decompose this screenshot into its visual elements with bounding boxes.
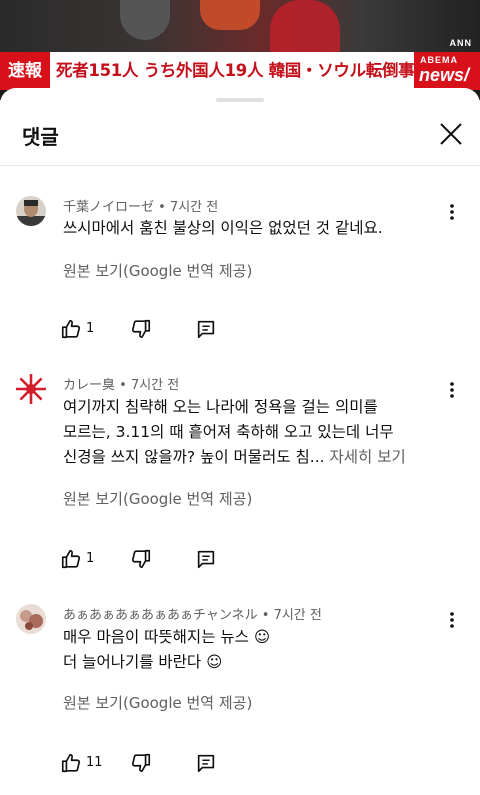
comment-text: 매우 마음이 따뜻해지는 뉴스 ☺ 더 늘어나기를 바란다 ☺	[63, 625, 433, 675]
comment-time: 7시간 전	[169, 200, 219, 215]
comment-meta: カレー臭 • 7시간 전	[63, 378, 180, 393]
comment-author[interactable]: あぁあぁあぁあぁあぁチャンネル	[63, 608, 258, 623]
more-options-button[interactable]	[440, 608, 464, 632]
news-headline: 死者151人 うち外国人19人 韓国・ソウル転倒事故	[56, 61, 431, 80]
reply-button[interactable]	[195, 548, 217, 572]
like-count: 1	[86, 321, 95, 336]
like-count: 11	[86, 755, 103, 770]
thumbs-down-icon	[131, 549, 151, 569]
comment-actions: 11	[60, 752, 260, 776]
comment-actions: 1	[60, 318, 260, 342]
comment-text-line: 매우 마음이 따뜻해지는 뉴스 ☺	[63, 628, 270, 646]
thumbs-up-icon	[61, 319, 81, 339]
reply-button[interactable]	[195, 752, 217, 776]
sheet-title: 댓글	[22, 125, 59, 149]
reply-icon	[197, 550, 215, 569]
agency-label: ANN	[449, 38, 472, 48]
like-button[interactable]: 1	[60, 548, 94, 572]
close-button[interactable]	[436, 119, 466, 149]
comment-meta: あぁあぁあぁあぁあぁチャンネル • 7시간 전	[63, 608, 322, 623]
header-divider	[0, 165, 480, 166]
comment-author[interactable]: カレー臭	[63, 378, 115, 393]
comment-time: 7시간 전	[273, 608, 322, 623]
comment-text-truncated: 신경을 쓰지 않을까? 높이 머물러도 침...	[63, 448, 325, 466]
channel-logo-bottom: news/	[419, 65, 470, 85]
video-figure	[200, 0, 260, 30]
thumbs-up-icon	[61, 549, 81, 569]
comment-meta: 千葉ノイローゼ • 7시간 전	[63, 200, 219, 215]
drag-handle[interactable]	[216, 98, 264, 102]
avatar[interactable]	[16, 374, 46, 404]
like-button[interactable]: 11	[60, 752, 103, 776]
breaking-badge: 速報	[0, 52, 50, 90]
reply-icon	[197, 754, 215, 773]
comment-text-line: 여기까지 침략해 오는 나라에 정욕을 걸는 의미를	[63, 398, 378, 416]
comment-text-line: 신경을 쓰지 않을까? 높이 머물러도 침... 자세히 보기	[63, 445, 433, 470]
avatar[interactable]	[16, 604, 46, 634]
comment-text-line: 쓰시마에서 훔친 불상의 이익은 없었던 것 같네요.	[63, 219, 383, 237]
dislike-button[interactable]	[130, 752, 152, 776]
like-count: 1	[86, 551, 95, 566]
thumbs-down-icon	[131, 319, 151, 339]
thumbs-down-icon	[131, 753, 151, 773]
comment-text-line: 모르는, 3.11의 때 흩어져 축하해 오고 있는데 너무	[63, 423, 394, 441]
view-original-link[interactable]: 원본 보기(Google 번역 제공)	[63, 488, 252, 509]
video-figure	[270, 0, 340, 52]
view-original-link[interactable]: 원본 보기(Google 번역 제공)	[63, 692, 252, 713]
more-vert-icon	[450, 382, 454, 398]
more-vert-icon	[450, 204, 454, 220]
close-icon	[440, 123, 462, 145]
comment-text: 여기까지 침략해 오는 나라에 정욕을 걸는 의미를 모르는, 3.11의 때 …	[63, 395, 433, 470]
comment-actions: 1	[60, 548, 260, 572]
channel-logo: ABEMA news/	[414, 52, 480, 90]
reply-icon	[197, 320, 215, 339]
reply-button[interactable]	[195, 318, 217, 342]
comment-text-line: 더 늘어나기를 바란다 ☺	[63, 653, 223, 671]
more-vert-icon	[450, 612, 454, 628]
like-button[interactable]: 1	[60, 318, 94, 342]
comment-time: 7시간 전	[130, 378, 180, 393]
channel-logo-top: ABEMA	[420, 55, 458, 65]
comment-author[interactable]: 千葉ノイローゼ	[63, 200, 154, 215]
more-options-button[interactable]	[440, 378, 464, 402]
dislike-button[interactable]	[130, 318, 152, 342]
dislike-button[interactable]	[130, 548, 152, 572]
more-options-button[interactable]	[440, 200, 464, 224]
avatar[interactable]	[16, 196, 46, 226]
comment-text: 쓰시마에서 훔친 불상의 이익은 없었던 것 같네요.	[63, 216, 433, 241]
view-original-link[interactable]: 원본 보기(Google 번역 제공)	[63, 260, 252, 281]
read-more-link[interactable]: 자세히 보기	[329, 448, 405, 466]
thumbs-up-icon	[61, 753, 81, 773]
